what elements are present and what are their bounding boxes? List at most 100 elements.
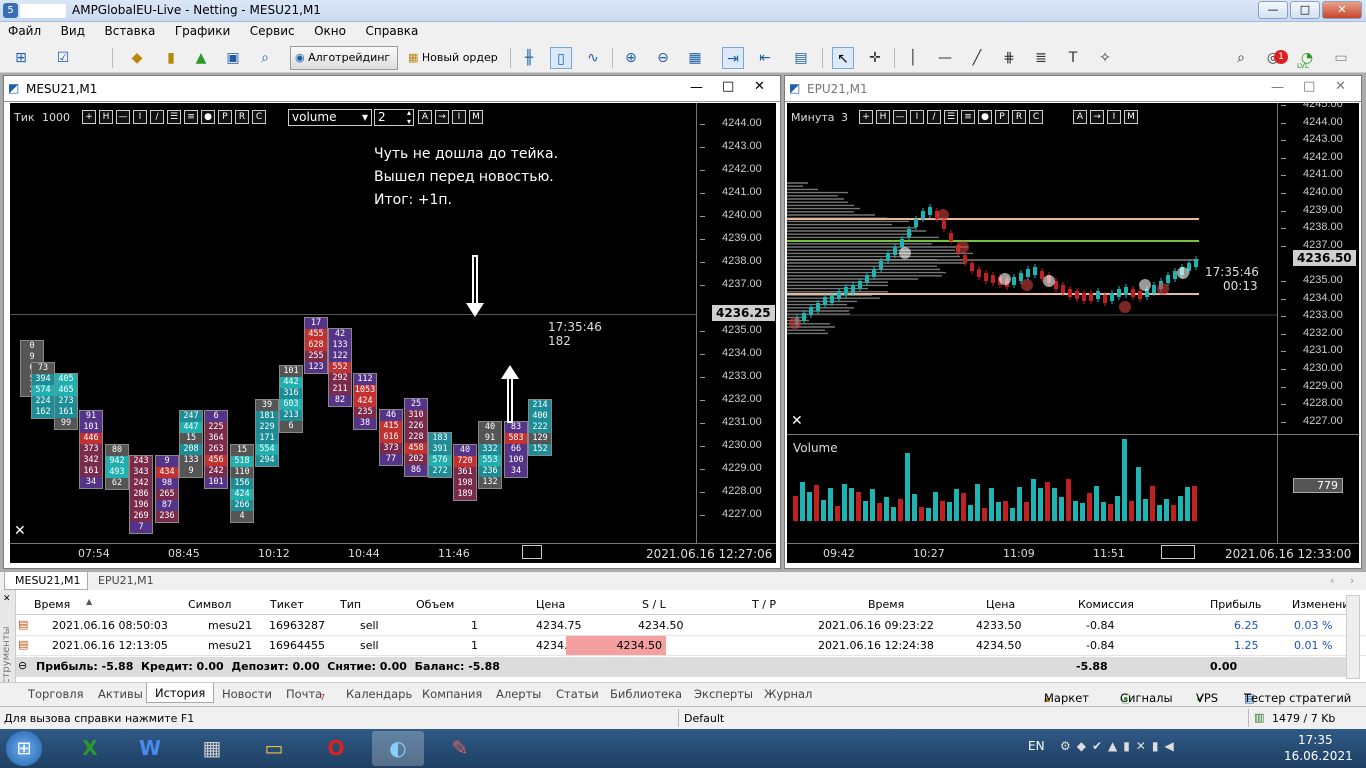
- tools-icon-2[interactable]: ✕: [791, 413, 803, 429]
- zoom-in-icon[interactable]: ⊕: [620, 47, 642, 69]
- chart-canvas-epu21[interactable]: Минута 3 + H — I / ☰ ≡ ● P R C A → I M 17:35:46 00:13…: [787, 103, 1359, 563]
- menu-window[interactable]: Окно: [306, 22, 354, 42]
- column-header[interactable]: Символ: [188, 598, 231, 611]
- close-button[interactable]: ✕: [1322, 1, 1362, 19]
- crosshair-icon[interactable]: ✛: [864, 47, 886, 69]
- bottom-tab[interactable]: Торговля: [28, 687, 83, 701]
- navigator-icon[interactable]: ▲: [190, 47, 212, 69]
- chart-minimize-button[interactable]: —: [690, 80, 703, 95]
- column-header[interactable]: Комиссия: [1078, 598, 1134, 611]
- minimize-button[interactable]: —: [1258, 1, 1288, 19]
- chart-maximize-button[interactable]: □: [722, 79, 734, 94]
- bottom-tab[interactable]: Компания: [422, 687, 482, 701]
- table-row[interactable]: ▤ 2021.06.16 08:50:03 mesu21 16963287 sell 1 4…: [16, 616, 1366, 636]
- tester-icon[interactable]: ⌕: [254, 47, 276, 69]
- column-header[interactable]: S / L: [642, 598, 666, 611]
- trendline-icon[interactable]: ╱: [966, 47, 988, 69]
- column-header[interactable]: Объем: [416, 598, 454, 611]
- opera-app[interactable]: O: [310, 731, 362, 766]
- channel-icon[interactable]: ⋕: [998, 47, 1020, 69]
- excel-app[interactable]: X: [64, 731, 116, 766]
- tile-icon[interactable]: ▦: [684, 47, 706, 69]
- column-header[interactable]: Время: [34, 598, 70, 611]
- column-header[interactable]: Цена: [536, 598, 565, 611]
- bottom-tab[interactable]: Календарь: [346, 687, 412, 701]
- maximize-button[interactable]: □: [1290, 1, 1320, 19]
- chart2-minimize-button[interactable]: —: [1271, 80, 1284, 95]
- side-close-icon[interactable]: ✕: [3, 594, 11, 604]
- bottom-tab[interactable]: История: [146, 683, 214, 703]
- start-button[interactable]: ⊞: [6, 731, 42, 766]
- bottom-tab[interactable]: Алерты: [496, 687, 541, 701]
- horizontal-line-icon[interactable]: —: [934, 47, 956, 69]
- chart-canvas-mesu21[interactable]: Тик 1000 + H — I / ☰ ≡ ● P R C volume ▾ 2 ▴ ▾ A → I M Чу…: [10, 103, 776, 563]
- bottom-tab[interactable]: Журнал: [764, 687, 812, 701]
- tray-icons[interactable]: ⚙◆✔▲▮✕▮◀: [1060, 739, 1180, 753]
- algo-trading-button[interactable]: ◉ Алготрейдинг: [290, 46, 398, 70]
- new-chart-icon[interactable]: ⊞: [10, 47, 32, 69]
- bottom-tab[interactable]: Новости: [222, 687, 272, 701]
- column-header[interactable]: Тип: [340, 598, 361, 611]
- candlestick-icon[interactable]: ▯: [550, 47, 572, 69]
- search-icon[interactable]: ⌕: [1230, 47, 1252, 69]
- line-chart-icon[interactable]: ∿: [582, 47, 604, 69]
- terminal-icon[interactable]: ▣: [222, 47, 244, 69]
- paint-app[interactable]: ✎: [434, 731, 486, 766]
- vertical-line-icon[interactable]: │: [902, 47, 924, 69]
- tabs-left-icon[interactable]: ‹: [1330, 574, 1334, 587]
- calculator-app[interactable]: ▦: [186, 731, 238, 766]
- column-header[interactable]: Тикет: [270, 598, 304, 611]
- tab-epu21[interactable]: EPU21,M1: [90, 572, 170, 590]
- new-order-button[interactable]: ▦ Новый ордер: [403, 46, 505, 70]
- column-header[interactable]: T / P: [752, 598, 776, 611]
- menu-file[interactable]: Файл: [0, 22, 49, 42]
- cursor-icon[interactable]: ↖: [832, 47, 854, 69]
- bottom-tab[interactable]: Библиотека: [610, 687, 682, 701]
- marketwatch-icon[interactable]: ◆: [126, 47, 148, 69]
- chart-window-epu21[interactable]: ◩ EPU21,M1 — □ ✕ Минута 3 + H — I / ☰ ≡ ● P R C A →…: [784, 75, 1362, 569]
- chart2-maximize-button[interactable]: □: [1303, 79, 1315, 94]
- chart-shift-icon[interactable]: ⇤: [754, 47, 776, 69]
- account-icon[interactable]: ▭: [1330, 47, 1352, 69]
- app-icon[interactable]: 5: [3, 3, 18, 18]
- text-icon[interactable]: T: [1062, 47, 1084, 69]
- menu-help[interactable]: Справка: [358, 22, 427, 42]
- fibo-icon[interactable]: ≣: [1030, 47, 1052, 69]
- bottom-tab[interactable]: Активы: [98, 687, 143, 701]
- table-row[interactable]: ▤ 2021.06.16 12:13:05 mesu21 16964455 sell 1 4…: [16, 636, 1366, 656]
- bottom-tab[interactable]: Эксперты: [694, 687, 753, 701]
- sort-asc-icon[interactable]: ▲: [86, 597, 92, 606]
- column-header[interactable]: Время: [868, 598, 904, 611]
- bar-chart-icon[interactable]: ╫: [518, 47, 540, 69]
- shapes-icon[interactable]: ✧: [1094, 47, 1116, 69]
- bottom-tab[interactable]: Статьи: [556, 687, 599, 701]
- menu-service[interactable]: Сервис: [242, 22, 303, 42]
- clock-date[interactable]: 16.06.2021: [1284, 749, 1353, 763]
- chart2-close-button[interactable]: ✕: [1335, 79, 1346, 94]
- chart-window-mesu21[interactable]: ◩ MESU21,M1 — □ ✕ Тик 1000 + H — I / ☰ ≡ ● P R C v…: [3, 75, 781, 569]
- terminal-scrollbar[interactable]: [1346, 595, 1360, 679]
- zoom-out-icon[interactable]: ⊖: [652, 47, 674, 69]
- tools-icon[interactable]: ✕: [14, 523, 26, 539]
- chart-close-button[interactable]: ✕: [754, 79, 765, 94]
- menu-insert[interactable]: Вставка: [96, 22, 163, 42]
- summary-collapse-icon[interactable]: ⊖: [18, 659, 27, 672]
- column-header[interactable]: Цена: [986, 598, 1015, 611]
- explorer-app[interactable]: ▭: [248, 731, 300, 766]
- menu-charts[interactable]: Графики: [167, 22, 238, 42]
- tab-mesu21[interactable]: MESU21,M1: [4, 572, 88, 590]
- scroll-box[interactable]: [522, 545, 542, 559]
- word-app[interactable]: W: [124, 731, 176, 766]
- scroll-box-2[interactable]: [1161, 545, 1195, 559]
- menu-view[interactable]: Вид: [53, 22, 93, 42]
- data-window-icon[interactable]: ▮: [160, 47, 182, 69]
- bottom-tab[interactable]: Почта: [286, 687, 322, 701]
- autoscroll-icon[interactable]: ⇥: [722, 47, 744, 69]
- clock-time[interactable]: 17:35: [1298, 733, 1333, 747]
- metatrader-app[interactable]: ◐: [372, 731, 424, 766]
- lang-indicator[interactable]: EN: [1028, 739, 1045, 753]
- templates-icon[interactable]: ▤: [790, 47, 812, 69]
- tabs-right-icon[interactable]: ›: [1350, 574, 1354, 587]
- profiles-icon[interactable]: ☑: [52, 47, 74, 69]
- column-header[interactable]: Прибыль: [1210, 598, 1261, 611]
